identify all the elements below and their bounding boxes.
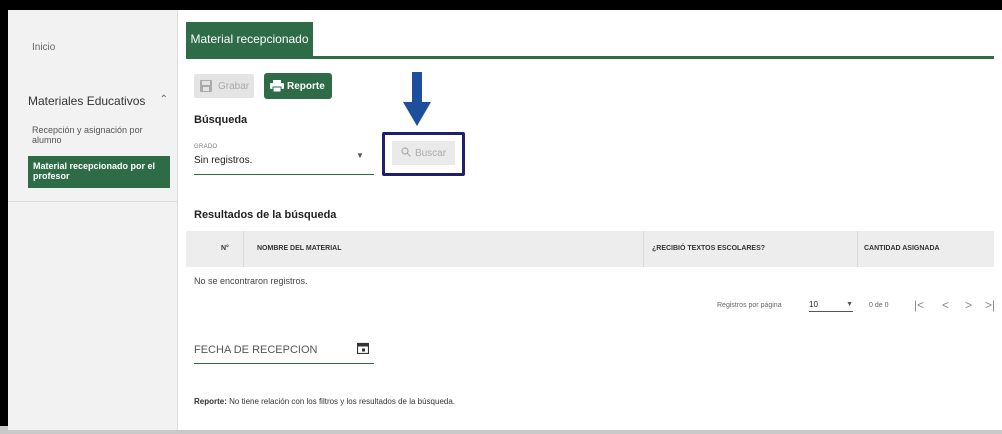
sidebar-divider (8, 201, 178, 202)
column-header-nombre: NOMBRE DEL MATERIAL (257, 245, 342, 252)
last-page-icon[interactable]: >| (985, 298, 995, 312)
chevron-up-icon: ⌃ (159, 94, 168, 105)
grado-underline (194, 174, 374, 175)
buscar-label: Buscar (414, 147, 447, 159)
per-page-label: Registros por página (717, 302, 782, 309)
grado-select[interactable]: Sin registros. (194, 155, 252, 166)
sidebar-item-material-profesor[interactable]: Material recepcionado por el profesor (28, 156, 170, 188)
results-section-title: Resultados de la búsqueda (194, 209, 337, 221)
calendar-icon[interactable] (356, 341, 370, 359)
sidebar-item-inicio[interactable]: Inicio (32, 42, 55, 53)
results-table-header: N° NOMBRE DEL MATERIAL ¿RECIBIÓ TEXTOS E… (186, 231, 994, 267)
empty-results-text: No se encontraron registros. (194, 276, 308, 286)
tab-material-recepcionado[interactable]: Material recepcionado (186, 22, 313, 56)
reporte-note: Reporte: No tiene relación con los filtr… (194, 397, 455, 406)
column-header-cantidad: CANTIDAD ASIGNADA (864, 245, 940, 252)
dropdown-caret-icon: ▼ (846, 301, 853, 308)
page-range: 0 de 0 (869, 302, 889, 309)
reporte-note-text: No tiene relación con los filtros y los … (226, 397, 456, 406)
next-page-icon[interactable]: > (965, 298, 972, 312)
search-icon (401, 146, 411, 160)
buscar-button[interactable]: Buscar (392, 141, 455, 165)
reporte-button[interactable]: Reporte (264, 73, 332, 99)
dropdown-caret-icon[interactable]: ▼ (356, 151, 364, 160)
down-arrow-icon (403, 72, 431, 131)
search-section-title: Búsqueda (194, 114, 248, 126)
per-page-select[interactable]: 10 ▼ (809, 300, 853, 312)
save-icon (200, 80, 212, 92)
grabar-label: Grabar (218, 80, 250, 92)
prev-page-icon[interactable]: < (942, 298, 949, 312)
reporte-label: Reporte (287, 80, 325, 92)
sidebar: Inicio Materiales Educativos ⌃ Recepción… (8, 10, 178, 430)
per-page-value: 10 (809, 300, 818, 309)
sidebar-group-label: Materiales Educativos (28, 94, 146, 108)
column-divider (643, 231, 644, 267)
sidebar-group-materiales[interactable]: Materiales Educativos ⌃ (28, 94, 168, 108)
buscar-highlight: Buscar (382, 132, 465, 176)
grabar-button[interactable]: Grabar (194, 74, 254, 98)
first-page-icon[interactable]: |< (914, 298, 924, 312)
column-divider (857, 231, 858, 267)
app-frame: Inicio Materiales Educativos ⌃ Recepción… (8, 10, 1002, 430)
column-divider (243, 231, 244, 267)
column-header-recibio: ¿RECIBIÓ TEXTOS ESCOLARES? (652, 245, 766, 252)
print-icon (270, 80, 284, 93)
fecha-underline (194, 363, 374, 364)
tab-underline (186, 56, 994, 59)
fecha-recepcion-input[interactable]: FECHA DE RECEPCION (194, 344, 317, 356)
sidebar-item-recepcion[interactable]: Recepción y asignación por alumno (32, 125, 152, 145)
reporte-note-label: Reporte: (194, 397, 227, 406)
column-header-numero: N° (221, 245, 229, 252)
grado-label: GRADO (194, 144, 218, 150)
